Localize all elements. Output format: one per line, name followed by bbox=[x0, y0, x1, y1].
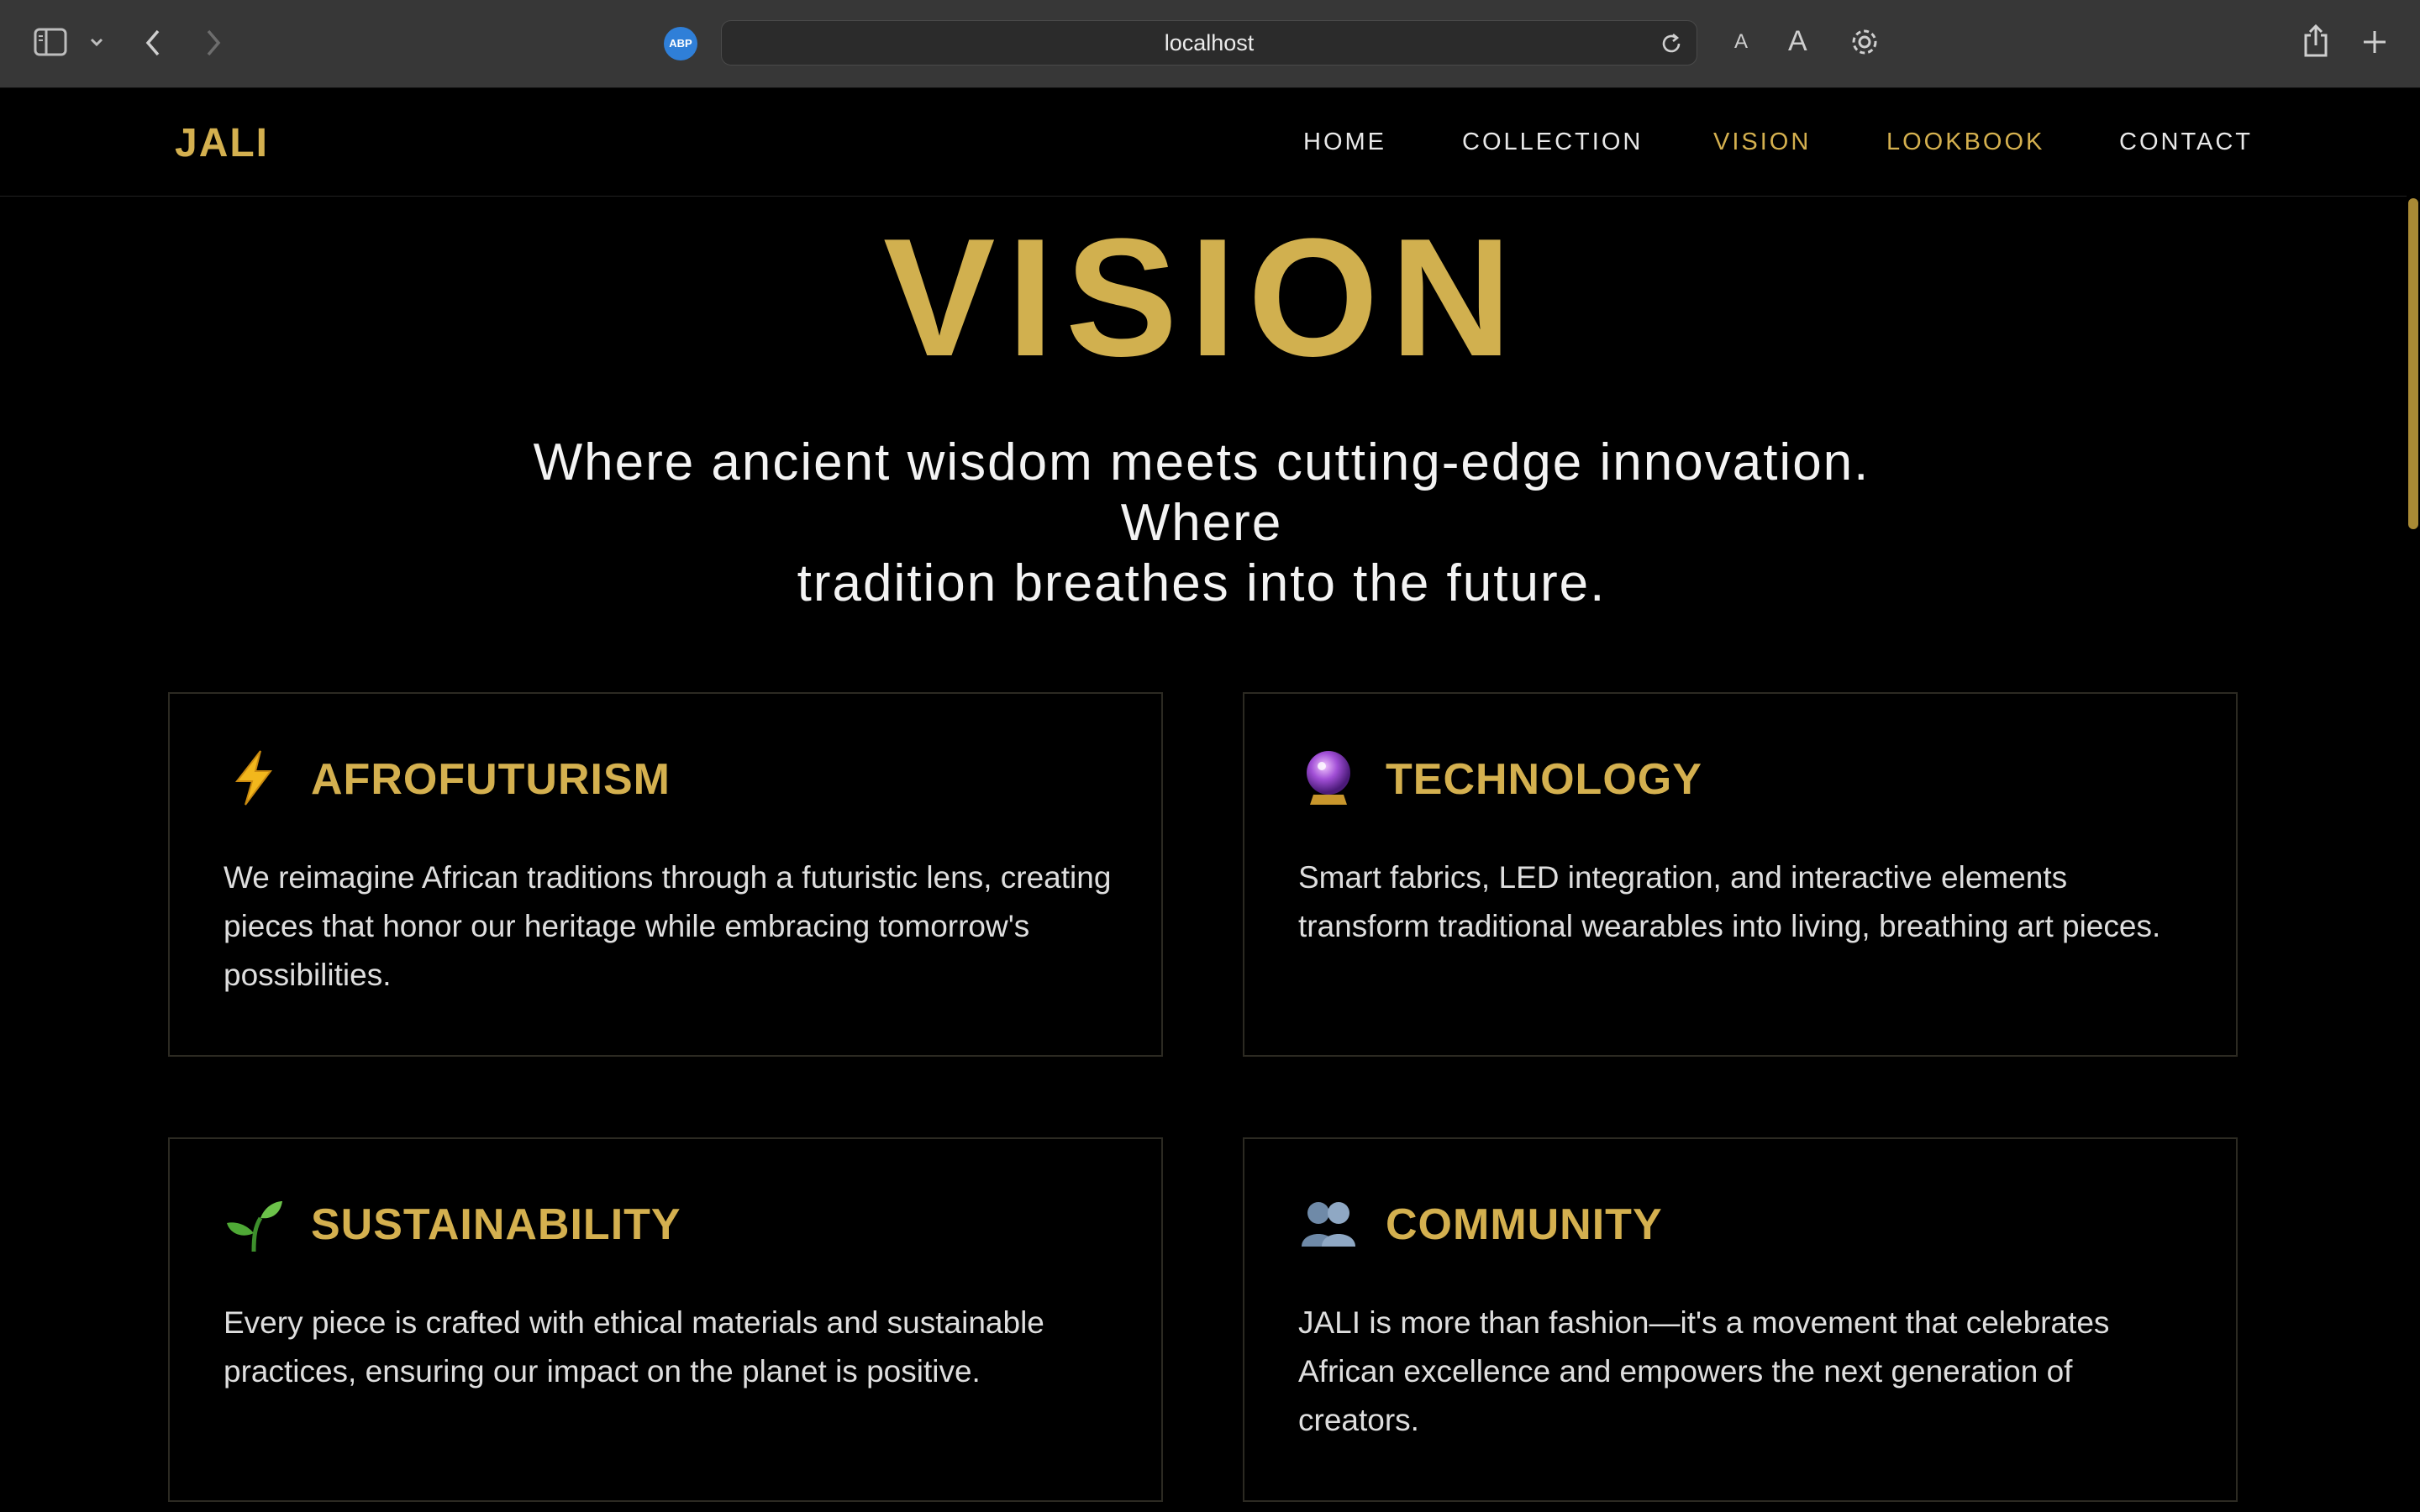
share-icon[interactable] bbox=[2302, 24, 2329, 59]
card-text: Every piece is crafted with ethical mate… bbox=[224, 1305, 1044, 1389]
plus-icon[interactable] bbox=[2361, 29, 2388, 55]
site-navbar: JALI HOME COLLECTION VISION LOOKBOOK CON… bbox=[0, 88, 2420, 197]
nav-vision-link[interactable]: VISION bbox=[1713, 129, 1811, 156]
nav-collection-link[interactable]: COLLECTION bbox=[1462, 129, 1643, 156]
card-title: COMMUNITY bbox=[1386, 1200, 1663, 1249]
nav-contact-link[interactable]: CONTACT bbox=[2119, 129, 2253, 156]
text-larger-icon[interactable]: A bbox=[1788, 25, 1807, 58]
nav-lookbook-link[interactable]: LOOKBOOK bbox=[1886, 129, 2044, 156]
address-bar[interactable]: localhost bbox=[721, 20, 1697, 66]
card-community: COMMUNITY JALI is more than fashion—it's… bbox=[1243, 1137, 2238, 1502]
text-smaller-icon[interactable]: A bbox=[1734, 30, 1748, 54]
back-icon[interactable] bbox=[145, 29, 161, 57]
adblock-extension-icon[interactable]: ABP bbox=[664, 27, 697, 60]
browser-toolbar: ABP localhost A A bbox=[0, 0, 2420, 88]
seedling-icon bbox=[224, 1193, 284, 1253]
card-text: Smart fabrics, LED integration, and inte… bbox=[1298, 860, 2161, 943]
gear-icon[interactable] bbox=[1849, 26, 1881, 58]
card-text: JALI is more than fashion—it's a movemen… bbox=[1298, 1305, 2110, 1437]
address-url[interactable]: localhost bbox=[722, 21, 1697, 65]
card-text: We reimagine African traditions through … bbox=[224, 860, 1112, 992]
nav-home-link[interactable]: HOME bbox=[1303, 129, 1386, 156]
card-sustainability: SUSTAINABILITY Every piece is crafted wi… bbox=[168, 1137, 1163, 1502]
reload-icon[interactable] bbox=[1660, 32, 1683, 55]
card-title: AFROFUTURISM bbox=[311, 755, 671, 804]
scrollbar-thumb[interactable] bbox=[2408, 198, 2418, 529]
subtitle-line-2: tradition breathes into the future. bbox=[797, 554, 1607, 612]
site-logo[interactable]: JALI bbox=[175, 120, 269, 166]
card-title: TECHNOLOGY bbox=[1386, 755, 1702, 804]
card-technology: TECHNOLOGY Smart fabrics, LED integratio… bbox=[1243, 692, 2238, 1057]
page-title: VISION bbox=[883, 204, 1523, 391]
card-afrofuturism: AFROFUTURISM We reimagine African tradit… bbox=[168, 692, 1163, 1057]
forward-icon[interactable] bbox=[205, 29, 222, 57]
people-icon bbox=[1298, 1193, 1359, 1253]
page-subtitle: Where ancient wisdom meets cutting-edge … bbox=[454, 433, 1949, 614]
sidebar-icon[interactable] bbox=[34, 28, 67, 56]
crystal-ball-icon bbox=[1298, 748, 1359, 808]
card-title: SUSTAINABILITY bbox=[311, 1200, 681, 1249]
subtitle-line-1: Where ancient wisdom meets cutting-edge … bbox=[533, 433, 1870, 552]
chevron-down-icon[interactable] bbox=[89, 37, 104, 47]
lightning-icon bbox=[224, 748, 284, 808]
